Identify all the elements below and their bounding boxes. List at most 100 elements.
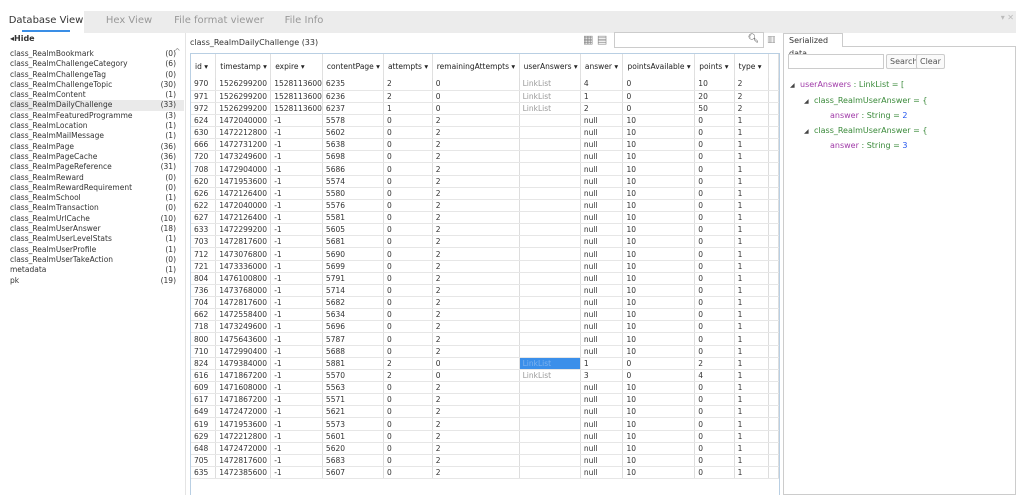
tab-file-info[interactable]: File Info: [264, 11, 344, 33]
table-cell[interactable]: 1472817600: [215, 296, 272, 310]
sidebar-item[interactable]: class_RealmUserAnswer (18): [10, 224, 184, 234]
table-cell[interactable]: 1: [734, 417, 769, 431]
table-cell[interactable]: null: [580, 332, 624, 346]
table-cell[interactable]: [768, 272, 779, 285]
table-cell[interactable]: 1473336000: [215, 260, 272, 273]
table-cell[interactable]: LinkList: [519, 78, 581, 91]
splitter[interactable]: [185, 33, 186, 495]
table-cell[interactable]: 2: [432, 332, 520, 346]
table-cell[interactable]: 0: [383, 466, 433, 480]
table-cell[interactable]: 5634: [322, 308, 384, 322]
table-cell[interactable]: 10: [622, 235, 696, 249]
table-cell[interactable]: 10: [622, 405, 696, 419]
table-cell[interactable]: 10: [622, 442, 696, 455]
column-header[interactable]: userAnswers ▾: [519, 54, 581, 78]
table-cell[interactable]: null: [580, 405, 624, 419]
table-cell[interactable]: -1: [270, 150, 323, 164]
table-cell[interactable]: 1: [734, 345, 769, 358]
table-cell[interactable]: null: [580, 296, 624, 310]
expand-triangle-icon[interactable]: ◢: [804, 125, 814, 140]
table-cell[interactable]: 1472472000: [215, 442, 272, 455]
table-cell[interactable]: 5791: [322, 272, 384, 285]
sidebar-item[interactable]: class_RealmMailMessage (1): [10, 131, 184, 141]
table-cell[interactable]: 0: [383, 187, 433, 200]
table-cell[interactable]: 0: [383, 308, 433, 322]
table-cell[interactable]: 2: [383, 357, 433, 370]
table-cell[interactable]: 662: [191, 308, 217, 322]
table-cell[interactable]: 0: [694, 296, 735, 310]
table-cell[interactable]: -1: [270, 430, 323, 443]
table-cell[interactable]: null: [580, 393, 624, 407]
table-cell[interactable]: 5601: [322, 430, 384, 443]
table-cell[interactable]: [519, 320, 581, 334]
tab-file-format-viewer[interactable]: File format viewer: [174, 11, 264, 33]
table-cell[interactable]: 1: [734, 199, 769, 213]
table-cell[interactable]: 0: [694, 393, 735, 407]
sidebar-item[interactable]: class_RealmUserProfile (1): [10, 245, 184, 255]
table-cell[interactable]: 4: [694, 369, 735, 383]
table-cell[interactable]: 5574: [322, 175, 384, 188]
table-cell[interactable]: 0: [432, 78, 520, 91]
sidebar-item[interactable]: class_RealmPage (36): [10, 142, 184, 152]
table-cell[interactable]: -1: [270, 284, 323, 298]
table-cell[interactable]: 2: [432, 381, 520, 395]
table-cell[interactable]: [768, 175, 779, 188]
table-cell[interactable]: 703: [191, 235, 217, 249]
table-cell[interactable]: 1: [734, 175, 769, 188]
table-cell[interactable]: [519, 393, 581, 407]
table-cell[interactable]: 0: [694, 211, 735, 225]
table-cell[interactable]: 1472126400: [215, 211, 272, 225]
table-row[interactable]: 630 1472212800 -1 5602 0 2 null 10 0 1: [191, 126, 779, 140]
table-cell[interactable]: 1473249600: [215, 150, 272, 164]
export-icon[interactable]: ▤: [597, 33, 607, 46]
table-cell[interactable]: 2: [734, 78, 769, 91]
table-cell[interactable]: 0: [432, 90, 520, 103]
table-cell[interactable]: 0: [694, 138, 735, 152]
table-cell[interactable]: 6237: [322, 102, 384, 115]
table-cell[interactable]: null: [580, 199, 624, 213]
sidebar-item[interactable]: class_RealmSchool (1): [10, 193, 184, 203]
table-cell[interactable]: 10: [622, 308, 696, 322]
column-header[interactable]: timestamp ▾: [215, 54, 272, 78]
table-cell[interactable]: 1: [734, 235, 769, 249]
table-cell[interactable]: 0: [694, 272, 735, 285]
table-cell[interactable]: 0: [694, 284, 735, 298]
table-row[interactable]: 736 1473768000 -1 5714 0 2 null 10 0 1: [191, 284, 779, 298]
serialized-search-input[interactable]: [788, 54, 884, 69]
table-cell[interactable]: 0: [383, 162, 433, 176]
table-cell[interactable]: -1: [270, 114, 323, 128]
table-cell[interactable]: 5602: [322, 126, 384, 140]
table-cell[interactable]: null: [580, 284, 624, 298]
table-cell[interactable]: 5578: [322, 114, 384, 128]
sidebar-item[interactable]: class_RealmLocation (1): [10, 121, 184, 131]
table-cell[interactable]: 2: [432, 211, 520, 225]
table-cell[interactable]: -1: [270, 138, 323, 152]
table-cell[interactable]: 2: [432, 187, 520, 200]
table-cell[interactable]: 10: [622, 454, 696, 468]
table-cell[interactable]: 0: [383, 454, 433, 468]
table-cell[interactable]: 10: [622, 175, 696, 188]
table-cell[interactable]: 0: [383, 260, 433, 273]
table-cell[interactable]: [519, 199, 581, 213]
table-cell[interactable]: [768, 199, 779, 213]
table-cell[interactable]: 10: [622, 199, 696, 213]
tab-serialized-data[interactable]: Serialized data: [783, 33, 843, 58]
table-cell[interactable]: [519, 417, 581, 431]
table-cell[interactable]: 10: [622, 345, 696, 358]
sidebar-item[interactable]: class_RealmUserLevelStats (1): [10, 234, 184, 244]
table-cell[interactable]: 1: [734, 114, 769, 128]
table-cell[interactable]: [519, 138, 581, 152]
table-cell[interactable]: [768, 150, 779, 164]
table-row[interactable]: 704 1472817600 -1 5682 0 2 null 10 0 1: [191, 296, 779, 310]
table-row[interactable]: 666 1472731200 -1 5638 0 2 null 10 0 1: [191, 138, 779, 152]
table-cell[interactable]: 2: [383, 78, 433, 91]
sidebar-item[interactable]: class_RealmChallengeCategory (6): [10, 59, 184, 69]
table-cell[interactable]: 2: [432, 247, 520, 261]
table-cell[interactable]: 2: [383, 369, 433, 383]
table-cell[interactable]: 2: [432, 114, 520, 128]
columns-icon[interactable]: ▦: [583, 33, 593, 46]
table-cell[interactable]: LinkList: [519, 90, 581, 103]
table-cell[interactable]: 626: [191, 187, 217, 200]
table-cell[interactable]: 1526299200: [215, 102, 272, 115]
table-cell[interactable]: LinkList: [519, 102, 581, 115]
